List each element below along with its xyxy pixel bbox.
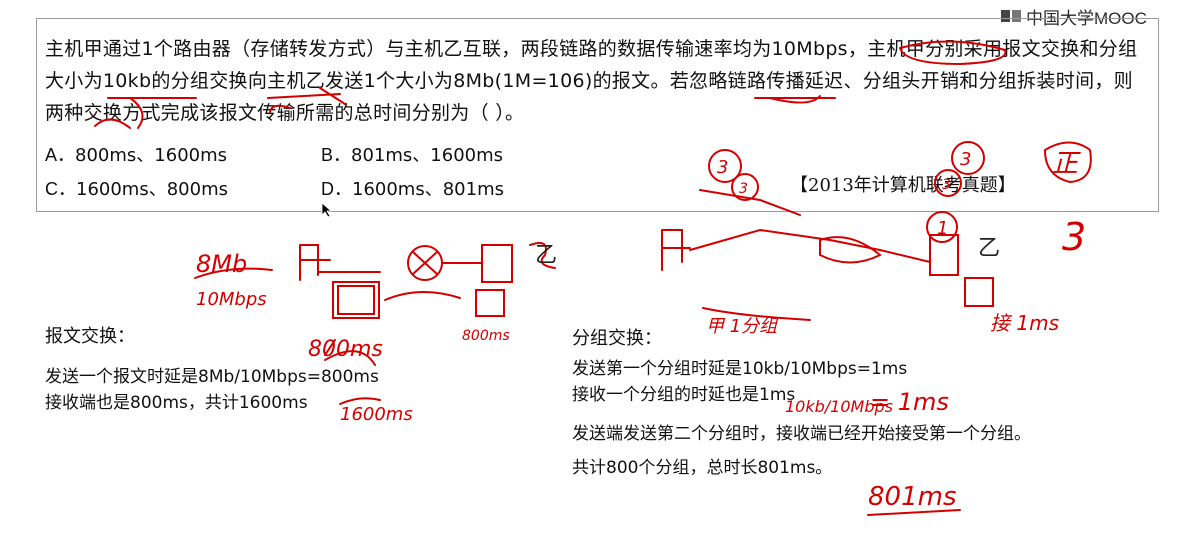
hand-circle-3-a: 3: [717, 157, 728, 178]
hand-frac-bottom: 10Mbps: [196, 289, 267, 310]
host-jia-right-sketch: [661, 229, 691, 271]
hand-circle-3-d: 3: [942, 177, 951, 193]
circle-10mbps-annotation: [899, 40, 1007, 66]
transfer-arrow: [384, 290, 461, 301]
hand-frac-top: 8Mb: [196, 250, 247, 278]
packet-chain: [689, 228, 931, 263]
router-right-sketch: [819, 236, 882, 264]
hand-right-3: 3: [1062, 215, 1086, 259]
hand-right-recv: 接 1ms: [990, 311, 1059, 335]
message-block-2: [475, 289, 505, 317]
mark-propagation: [129, 97, 144, 129]
packet-chain-upper: [699, 189, 801, 216]
message-block-1-inner: [337, 285, 375, 315]
host-yi-sketch: [481, 244, 513, 283]
router-cross: [412, 251, 438, 275]
hand-yi-left: 乙: [535, 243, 557, 268]
host-jia-sketch: [299, 244, 331, 281]
handwriting-overlay: 8Mb 10Mbps 800ms 800ms 1600ms 甲 1分组 10kb…: [94, 40, 1092, 516]
packet-block-right: [964, 277, 994, 307]
hand-right-group: 甲 1分组: [706, 316, 779, 337]
hand-jia-left: 甲: [292, 276, 293, 279]
hand-right-801: 801ms: [868, 482, 957, 512]
hand-circle-3-c: 3: [960, 149, 971, 170]
hand-left-800: 800ms: [308, 337, 383, 362]
hand-left-800-small: 800ms: [462, 328, 510, 344]
hand-right-eq: = 1ms: [870, 388, 949, 416]
mark-report: [769, 95, 821, 104]
mark-delay: [94, 118, 131, 129]
hand-zheng: 正: [1052, 149, 1081, 179]
hand-yi-right: 乙: [978, 236, 1000, 261]
message-block-1: [332, 281, 380, 319]
hand-left-1600: 1600ms: [340, 404, 413, 425]
hand-circle-1: 1: [937, 218, 948, 239]
underline-packet-size: [267, 87, 346, 105]
hand-circle-3-b: 3: [739, 181, 748, 197]
mark-packet: [269, 104, 291, 113]
